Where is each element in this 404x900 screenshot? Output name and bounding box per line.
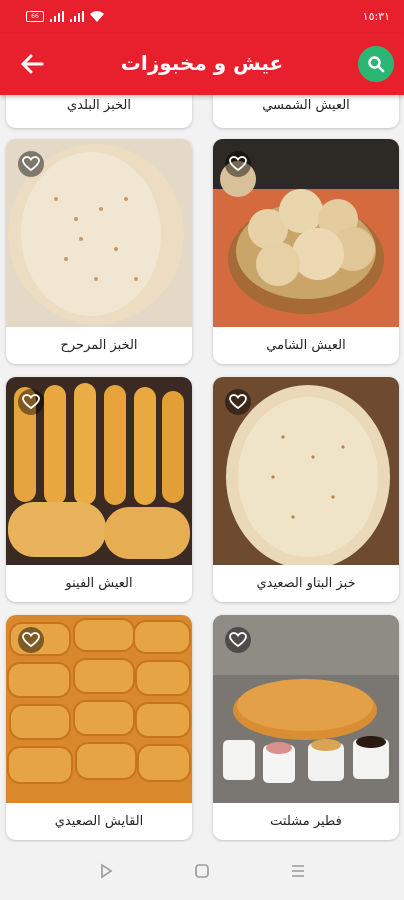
recipe-image (213, 139, 399, 327)
nav-back-icon[interactable] (95, 860, 117, 882)
signal-icon (50, 11, 64, 22)
recipe-title: الخبز المرحرح (60, 338, 138, 353)
search-icon (368, 56, 385, 73)
favorite-heart-icon[interactable] (225, 627, 251, 653)
recipe-title: العيش الشمسي (262, 98, 350, 113)
recipe-card[interactable]: خبز البتاو الصعيدي (213, 377, 399, 602)
status-bar: 66 ١٥:٣١ (0, 0, 404, 33)
favorite-heart-icon[interactable] (225, 389, 251, 415)
recipe-image (6, 377, 192, 565)
recipe-card[interactable]: الخبز المرحرح (6, 139, 192, 364)
favorite-heart-icon[interactable] (18, 389, 44, 415)
recipe-image (6, 139, 192, 327)
recipe-card[interactable]: العيش الشمسي (213, 95, 399, 128)
recipe-title: العيش الفينو (65, 576, 133, 591)
recipe-title: العيش الشامي (266, 338, 346, 353)
recipe-card[interactable]: العيش الشامي (213, 139, 399, 364)
status-icons: 66 (26, 11, 104, 22)
recipe-title: الخبز البلدي (67, 98, 131, 113)
recipe-card[interactable]: القايش الصعيدي (6, 615, 192, 840)
recipe-title: القايش الصعيدي (54, 814, 144, 829)
page-title: عيش و مخبوزات (120, 51, 284, 75)
nav-home-icon[interactable] (191, 860, 213, 882)
recipe-image (213, 377, 399, 565)
recipe-image (6, 615, 192, 803)
recipe-title: فطير مشلتت (270, 814, 342, 829)
recipe-title: خبز البتاو الصعيدي (256, 576, 356, 591)
favorite-heart-icon[interactable] (18, 151, 44, 177)
favorite-heart-icon[interactable] (225, 151, 251, 177)
battery-icon: 66 (26, 11, 44, 22)
recipe-card[interactable]: العيش الفينو (6, 377, 192, 602)
signal-icon-2 (70, 11, 84, 22)
recipe-card[interactable]: فطير مشلتت (213, 615, 399, 840)
recipe-card[interactable]: الخبز البلدي (6, 95, 192, 128)
nav-recents-icon[interactable] (287, 860, 309, 882)
favorite-heart-icon[interactable] (18, 627, 44, 653)
wifi-icon (90, 11, 104, 22)
recipe-image (213, 615, 399, 803)
search-button[interactable] (358, 46, 394, 82)
app-bar: عيش و مخبوزات (0, 33, 404, 95)
recipe-grid: العيش الشمسي الخبز البلدي العيش الشامي ا… (0, 95, 404, 842)
status-time: ١٥:٣١ (362, 10, 390, 23)
system-nav-bar (0, 842, 404, 900)
